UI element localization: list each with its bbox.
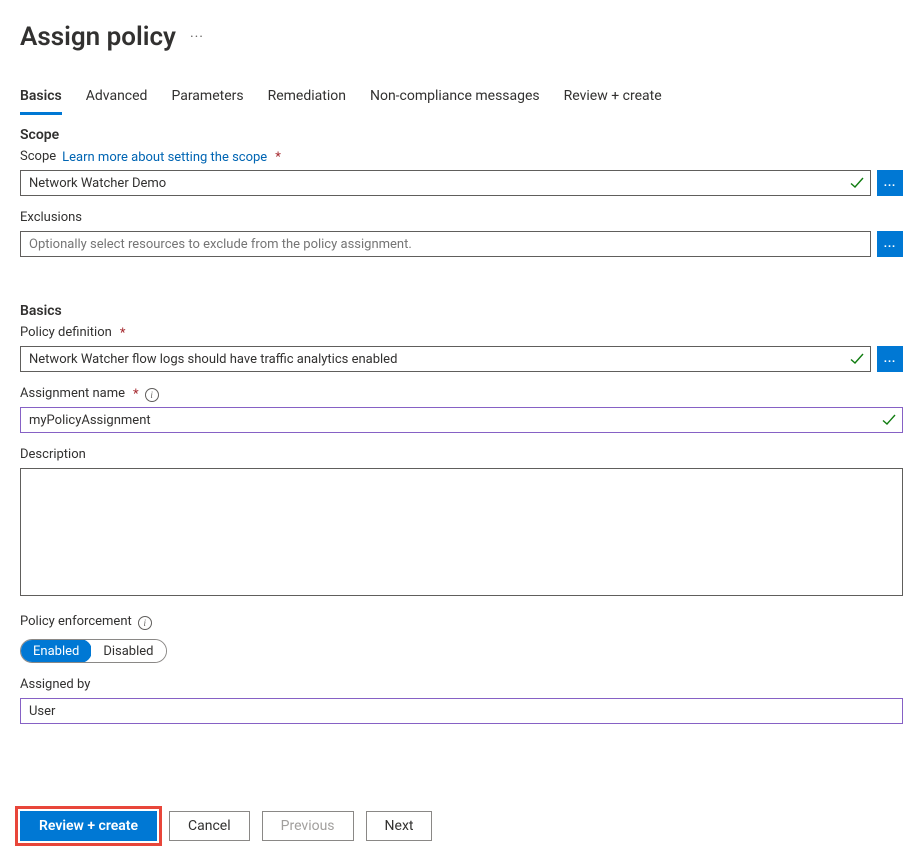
tab-basics[interactable]: Basics: [20, 82, 62, 115]
tab-review-create[interactable]: Review + create: [564, 82, 662, 115]
info-icon[interactable]: i: [145, 388, 159, 402]
policy-definition-input[interactable]: [20, 346, 871, 372]
required-mark: *: [120, 326, 126, 341]
more-actions-icon[interactable]: ···: [190, 29, 204, 45]
exclusions-input[interactable]: [20, 231, 871, 257]
enforcement-enabled-option[interactable]: Enabled: [20, 639, 92, 663]
cancel-button[interactable]: Cancel: [169, 811, 250, 841]
scope-input[interactable]: [20, 170, 871, 196]
section-header-scope: Scope: [20, 127, 903, 143]
required-mark: *: [275, 150, 281, 165]
exclusions-picker-button[interactable]: ...: [877, 231, 903, 257]
ellipsis-icon: ...: [884, 238, 896, 250]
next-button[interactable]: Next: [366, 811, 433, 841]
exclusions-label: Exclusions: [20, 210, 82, 225]
policy-enforcement-label: Policy enforcement: [20, 614, 132, 629]
policy-enforcement-toggle: Enabled Disabled: [20, 639, 167, 663]
description-label: Description: [20, 447, 86, 462]
ellipsis-icon: ...: [884, 353, 896, 365]
tab-advanced[interactable]: Advanced: [86, 82, 148, 115]
scope-label: Scope: [20, 149, 56, 164]
previous-button[interactable]: Previous: [262, 811, 354, 841]
tab-parameters[interactable]: Parameters: [171, 82, 243, 115]
tab-bar: Basics Advanced Parameters Remediation N…: [20, 82, 903, 115]
tab-remediation[interactable]: Remediation: [268, 82, 346, 115]
assigned-by-input[interactable]: [20, 698, 903, 724]
section-header-basics: Basics: [20, 303, 903, 319]
page-title: Assign policy: [20, 22, 176, 52]
info-icon[interactable]: i: [138, 616, 152, 630]
required-mark: *: [133, 387, 139, 402]
ellipsis-icon: ...: [884, 177, 896, 189]
assignment-name-label: Assignment name: [20, 386, 125, 401]
policy-definition-label: Policy definition: [20, 325, 112, 340]
description-textarea[interactable]: [20, 468, 903, 596]
footer-action-bar: Review + create Cancel Previous Next: [0, 799, 923, 853]
tab-non-compliance-messages[interactable]: Non-compliance messages: [370, 82, 540, 115]
review-create-button[interactable]: Review + create: [20, 811, 157, 841]
assignment-name-input[interactable]: [20, 407, 903, 433]
scope-learn-more-link[interactable]: Learn more about setting the scope: [62, 150, 267, 165]
scope-picker-button[interactable]: ...: [877, 170, 903, 196]
assigned-by-label: Assigned by: [20, 677, 90, 692]
enforcement-disabled-option[interactable]: Disabled: [91, 640, 165, 662]
policy-definition-picker-button[interactable]: ...: [877, 346, 903, 372]
